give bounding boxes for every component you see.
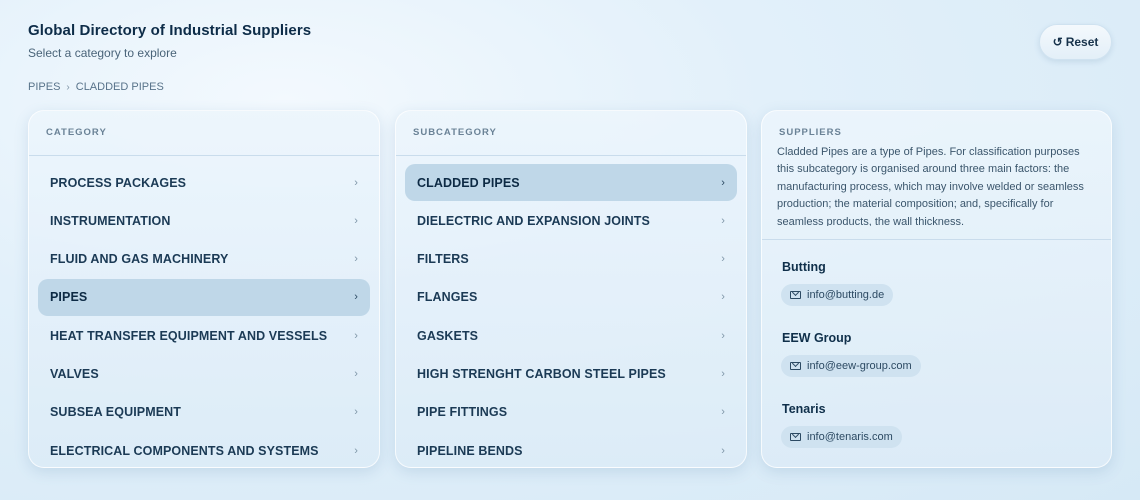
chevron-right-icon: › [354, 176, 358, 189]
subcategory-item-flanges[interactable]: FLANGES › [405, 279, 737, 316]
reset-button-label: Reset [1065, 35, 1099, 49]
subcategory-item-label: HIGH STRENGHT CARBON STEEL PIPES [417, 366, 666, 381]
category-item-label: FLUID AND GAS MACHINERY [50, 252, 229, 267]
category-item-label: VALVES [50, 366, 99, 381]
supplier-email-link[interactable]: info@tenaris.com [781, 426, 902, 448]
subcategory-item-high-strenght-carbon-steel-pipes[interactable]: HIGH STRENGHT CARBON STEEL PIPES › [405, 355, 737, 392]
category-item-label: SUBSEA EQUIPMENT [50, 405, 182, 420]
subcategory-description: Cladded Pipes are a type of Pipes. For c… [777, 146, 1084, 226]
chevron-right-icon: › [721, 406, 725, 419]
category-item-fluid-and-gas-machinery[interactable]: FLUID AND GAS MACHINERY › [38, 241, 370, 278]
chevron-right-icon: › [721, 214, 725, 227]
supplier-email: info@eew-group.com [807, 360, 912, 372]
subcategory-item-label: GASKETS [417, 328, 479, 343]
breadcrumb-separator: › [66, 81, 70, 93]
suppliers-panel-label: SUPPLIERS [779, 127, 842, 138]
chevron-right-icon: › [354, 253, 358, 266]
subcategory-item-pipeline-bends[interactable]: PIPELINE BENDS › [405, 432, 737, 467]
category-item-pipes[interactable]: PIPES › [38, 278, 370, 316]
supplier-card: EEW Group info@eew-group.com [781, 331, 921, 377]
reset-button[interactable]: ↺ Reset [1039, 24, 1112, 60]
supplier-card: Butting info@butting.de [781, 260, 894, 306]
category-item-label: INSTRUMENTATION [50, 213, 171, 228]
suppliers-panel: SUPPLIERS Cladded Pipes are a type of Pi… [761, 110, 1112, 468]
category-item-process-packages[interactable]: PROCESS PACKAGES › [38, 164, 370, 201]
subcategory-item-cladded-pipes[interactable]: CLADDED PIPES › [405, 164, 737, 201]
category-item-heat-transfer-equipment-and-vessels[interactable]: HEAT TRANSFER EQUIPMENT AND VESSELS › [38, 317, 370, 354]
mail-icon [790, 291, 801, 299]
category-item-electrical-components-and-systems[interactable]: ELECTRICAL COMPONENTS AND SYSTEMS › [38, 432, 370, 467]
breadcrumb-item-pipes[interactable]: PIPES [28, 81, 60, 93]
category-item-instrumentation[interactable]: INSTRUMENTATION › [38, 202, 370, 239]
supplier-email: info@tenaris.com [807, 431, 893, 443]
supplier-email: info@butting.de [807, 289, 885, 301]
subcategory-item-gaskets[interactable]: GASKETS › [405, 317, 737, 354]
subcategory-item-label: PIPELINE BENDS [417, 443, 523, 458]
category-panel: CATEGORY PROCESS PACKAGES › INSTRUMENTATIO… [28, 110, 380, 468]
supplier-name: Tenaris [782, 402, 826, 416]
chevron-right-icon: › [354, 329, 358, 342]
chevron-right-icon: › [354, 406, 358, 419]
chevron-right-icon: › [721, 329, 725, 342]
subcategory-item-label: PIPE FITTINGS [417, 405, 508, 420]
category-item-label: PIPES [50, 290, 88, 305]
subcategory-item-label: FLANGES [417, 290, 478, 305]
divider [396, 155, 746, 156]
category-list: PROCESS PACKAGES › INSTRUMENTATION › FLUID A… [38, 164, 370, 467]
supplier-name: Butting [782, 260, 826, 274]
subcategory-item-label: CLADDED PIPES [417, 175, 520, 190]
subcategory-item-label: DIELECTRIC AND EXPANSION JOINTS [417, 213, 650, 228]
page-subtitle: Select a category to explore [28, 46, 177, 60]
category-item-label: ELECTRICAL COMPONENTS AND SYSTEMS [50, 443, 319, 458]
chevron-right-icon: › [721, 291, 725, 304]
chevron-right-icon: › [721, 176, 725, 189]
refresh-icon: ↺ [1052, 35, 1063, 49]
page-title: Global Directory of Industrial Suppliers [28, 22, 312, 39]
chevron-right-icon: › [721, 253, 725, 266]
supplier-email-link[interactable]: info@butting.de [781, 284, 894, 306]
page-header: Global Directory of Industrial Suppliers… [28, 22, 311, 60]
mail-icon [790, 362, 801, 370]
subcategory-item-pipe-fittings[interactable]: PIPE FITTINGS › [405, 394, 737, 431]
supplier-name: EEW Group [782, 331, 852, 345]
subcategory-panel: SUBCATEGORY CLADDED PIPES › DIELECTRIC AND… [395, 110, 747, 468]
chevron-right-icon: › [721, 367, 725, 380]
subcategory-panel-label: SUBCATEGORY [413, 127, 497, 138]
supplier-card: Tenaris info@tenaris.com [781, 402, 902, 448]
chevron-right-icon: › [354, 291, 358, 304]
breadcrumb-item-cladded-pipes: CLADDED PIPES [75, 81, 164, 93]
chevron-right-icon: › [721, 444, 725, 457]
chevron-right-icon: › [354, 367, 358, 380]
category-item-valves[interactable]: VALVES › [38, 355, 370, 392]
subcategory-item-dielectric-and-expansion-joints[interactable]: DIELECTRIC AND EXPANSION JOINTS › [405, 202, 737, 239]
divider [762, 239, 1111, 240]
subcategory-list: CLADDED PIPES › DIELECTRIC AND EXPANSION J… [405, 164, 737, 467]
mail-icon [790, 433, 801, 441]
category-item-subsea-equipment[interactable]: SUBSEA EQUIPMENT › [38, 394, 370, 431]
category-panel-label: CATEGORY [46, 127, 107, 138]
category-item-label: PROCESS PACKAGES [50, 175, 187, 190]
category-item-label: HEAT TRANSFER EQUIPMENT AND VESSELS [50, 328, 328, 343]
divider [29, 155, 379, 156]
breadcrumb: PIPES › CLADDED PIPES [28, 81, 164, 93]
subcategory-item-label: FILTERS [417, 252, 469, 267]
chevron-right-icon: › [354, 214, 358, 227]
subcategory-item-filters[interactable]: FILTERS › [405, 241, 737, 278]
chevron-right-icon: › [354, 444, 358, 457]
supplier-email-link[interactable]: info@eew-group.com [781, 355, 921, 377]
